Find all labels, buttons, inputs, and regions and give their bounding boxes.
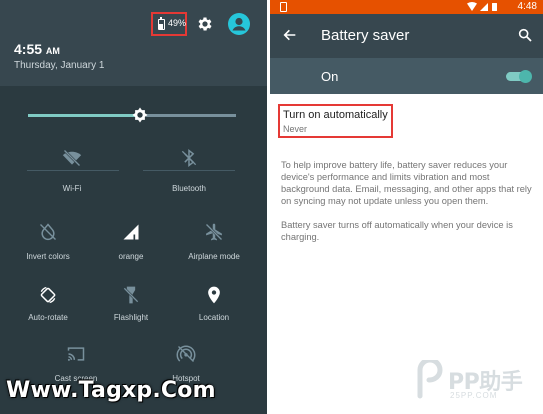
- tile-label: Wi-Fi: [62, 184, 82, 193]
- toggle-knob: [519, 70, 532, 83]
- tile-label: Auto-rotate: [28, 313, 68, 322]
- brightness-slider-track: [146, 114, 236, 117]
- watermark-right: PP助手 25PP.COM: [414, 354, 543, 410]
- tile-bluetooth[interactable]: Bluetooth: [144, 148, 234, 210]
- brightness-slider-fill: [28, 114, 136, 117]
- battery-icon: [492, 3, 497, 11]
- toolbar: Battery saver: [270, 14, 543, 58]
- tile-label: Airplane mode: [188, 252, 240, 261]
- brightness-slider[interactable]: [28, 107, 236, 123]
- flashlight-off-icon: [123, 286, 139, 304]
- shade-header: 49% 4:55 AM Thursday, January 1: [0, 0, 267, 86]
- tile-invert-colors[interactable]: Invert colors: [3, 222, 93, 284]
- cell-signal-icon: [123, 224, 139, 240]
- location-icon: [208, 286, 220, 304]
- status-time: 4:48: [517, 1, 537, 12]
- switch-label: On: [321, 69, 339, 84]
- signal-icons: [467, 2, 497, 11]
- battery-indicator-highlight[interactable]: 49%: [151, 12, 187, 36]
- brightness-thumb-icon[interactable]: [131, 106, 149, 124]
- battery-percent: 49%: [168, 18, 187, 28]
- master-switch-bar[interactable]: On: [270, 58, 543, 94]
- invert-colors-icon: [40, 223, 56, 241]
- battery-notification-icon: [280, 2, 287, 12]
- watermark-left: Www.Tagxp.Com: [6, 378, 216, 403]
- tile-label: orange: [118, 252, 144, 261]
- tile-label: Location: [198, 313, 230, 322]
- clock-time: 4:55: [14, 41, 43, 57]
- hotspot-off-icon: [176, 345, 196, 362]
- battery-icon: [158, 16, 165, 30]
- date: Thursday, January 1: [14, 60, 105, 71]
- back-arrow-icon[interactable]: [282, 27, 298, 43]
- shade-status-row: 49%: [0, 10, 267, 38]
- tile-wifi[interactable]: Wi-Fi: [27, 148, 117, 210]
- battery-saver-toggle[interactable]: [506, 70, 532, 83]
- tile-auto-rotate[interactable]: Auto-rotate: [3, 285, 93, 347]
- clock-suffix: AM: [45, 46, 60, 56]
- tile-location[interactable]: Location: [169, 285, 259, 347]
- turn-on-automatically-title: Turn on automatically: [283, 109, 388, 121]
- tile-airplane-mode[interactable]: Airplane mode: [169, 222, 259, 284]
- watermark-right-url: 25PP.COM: [450, 391, 498, 400]
- turn-on-automatically-item[interactable]: Turn on automatically Never: [278, 104, 393, 138]
- description-paragraph: Battery saver turns off automatically wh…: [281, 220, 513, 242]
- tile-mobile-network[interactable]: orange: [86, 222, 176, 284]
- pp-logo-icon: [417, 360, 443, 399]
- description-paragraph: To help improve battery life, battery sa…: [281, 160, 532, 206]
- auto-rotate-icon: [40, 286, 56, 304]
- tile-label: Bluetooth: [172, 184, 206, 193]
- tile-flashlight[interactable]: Flashlight: [86, 285, 176, 347]
- notification-shade: 49% 4:55 AM Thursday, January 1 Wi-Fi Bl…: [0, 0, 267, 414]
- turn-on-automatically-value: Never: [283, 124, 308, 134]
- status-bar: 4:48: [270, 0, 543, 14]
- page-title: Battery saver: [321, 27, 410, 44]
- tile-label: Flashlight: [113, 313, 149, 322]
- bluetooth-off-icon: [181, 148, 197, 168]
- cell-signal-icon: [480, 3, 488, 11]
- clock: 4:55 AM: [14, 41, 60, 57]
- wifi-icon: [467, 2, 477, 11]
- gear-icon[interactable]: [196, 15, 214, 33]
- user-avatar-icon[interactable]: [228, 13, 250, 35]
- battery-saver-screen: 4:48 Battery saver On Turn on automatica…: [270, 0, 543, 414]
- cast-icon: [67, 347, 85, 361]
- airplane-off-icon: [205, 223, 223, 241]
- search-icon[interactable]: [517, 27, 533, 43]
- wifi-off-icon: [62, 149, 82, 167]
- tile-label: Invert colors: [26, 252, 70, 261]
